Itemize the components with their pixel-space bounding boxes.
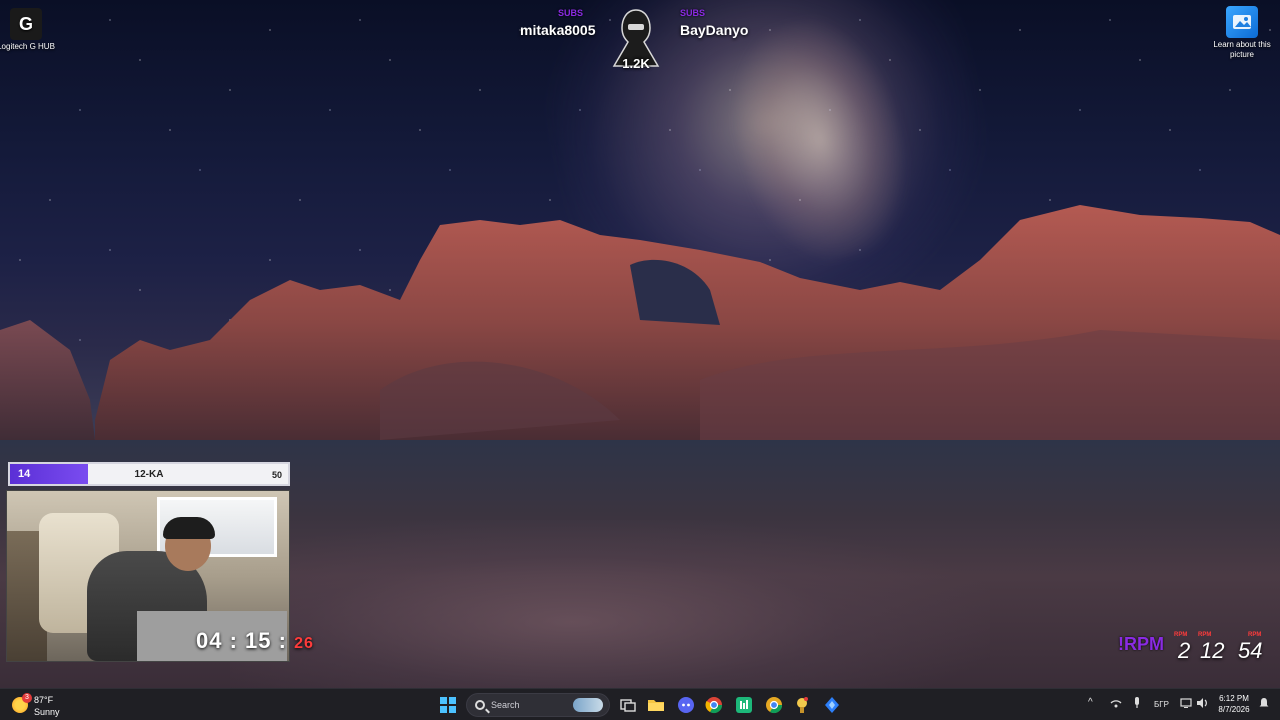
weather-notification-badge: 3: [22, 693, 32, 703]
chrome-canary-icon[interactable]: [762, 693, 786, 717]
game-icon[interactable]: [790, 693, 814, 717]
goal-progress-target: 50: [271, 470, 282, 480]
desktop-icon-label: Logitech G HUB: [0, 42, 55, 51]
left-sub-tag: SUBS: [558, 8, 584, 18]
stream-sub-overlay: SUBS mitaka8005 1.2K SUBS BayDanyo: [500, 6, 780, 76]
clock-time: 6:12 PM: [1219, 694, 1249, 703]
right-sub-tag: SUBS: [680, 8, 706, 18]
left-sub-name: mitaka8005: [520, 22, 596, 38]
taskbar-clock[interactable]: 6:12 PM 8/7/2026: [1212, 693, 1256, 715]
weather-condition: Sunny: [34, 707, 60, 717]
goal-progress-bar: 14 12-KA 50: [8, 462, 290, 486]
taskbar: 3 87°F Sunny Search ^ БГР 6:12 PM 8/7/20…: [0, 688, 1280, 720]
desktop-wallpaper: G Logitech G HUB Learn about this pictur…: [0, 0, 1280, 688]
stream-timer: 04 : 15 : 26: [196, 628, 314, 654]
search-icon: [475, 700, 485, 710]
sub-count: 1.2K: [622, 56, 650, 71]
microphone-tray-icon[interactable]: [1132, 697, 1142, 712]
clock-date: 8/7/2026: [1218, 705, 1250, 714]
notification-bell-icon[interactable]: [1258, 697, 1270, 712]
chrome-icon[interactable]: [702, 693, 726, 717]
rpm-value-2: 12: [1200, 638, 1225, 663]
dirt-path: [230, 520, 990, 688]
weather-widget[interactable]: 3 87°F Sunny: [12, 693, 92, 719]
learn-about-picture-icon: [1226, 6, 1258, 38]
volume-tray-icon[interactable]: [1196, 697, 1210, 712]
show-hidden-icons-chevron[interactable]: ^: [1088, 697, 1093, 708]
rpm-overlay: !RPM RPM RPM RPM 2 12 54: [1118, 632, 1278, 666]
app-green-icon[interactable]: [732, 693, 756, 717]
taskbar-search-box[interactable]: Search: [466, 693, 610, 717]
rpm-value-1: 2: [1178, 638, 1191, 663]
app-blue-icon[interactable]: [820, 693, 844, 717]
stream-timer-main: 04 : 15 :: [196, 628, 287, 653]
display-tray-icon[interactable]: [1180, 697, 1192, 712]
network-tray-icon[interactable]: [1110, 697, 1122, 712]
windows-start-icon[interactable]: [436, 693, 460, 717]
rpm-value-3: 54: [1238, 638, 1263, 663]
goal-progress-label: 12-KA: [134, 469, 164, 480]
search-placeholder: Search: [491, 700, 520, 710]
discord-icon[interactable]: [674, 693, 698, 717]
right-sub-name: BayDanyo: [680, 22, 749, 38]
weather-temperature: 87°F: [34, 695, 54, 705]
task-view-icon[interactable]: [616, 693, 640, 717]
file-explorer-icon[interactable]: [644, 693, 668, 717]
stream-timer-seconds: 26: [294, 635, 314, 652]
rpm-label: !RPM: [1118, 634, 1164, 654]
desktop-icon-logitech-g-hub[interactable]: G Logitech G HUB: [0, 8, 58, 52]
logitech-g-hub-icon: G: [10, 8, 42, 40]
language-indicator[interactable]: БГР: [1154, 700, 1169, 709]
search-highlight-art: [573, 698, 603, 712]
desktop-icon-label: Learn about this picture: [1213, 40, 1271, 59]
webcam-cap: [163, 517, 215, 539]
desktop-icon-learn-about-picture[interactable]: Learn about this picture: [1210, 6, 1274, 60]
